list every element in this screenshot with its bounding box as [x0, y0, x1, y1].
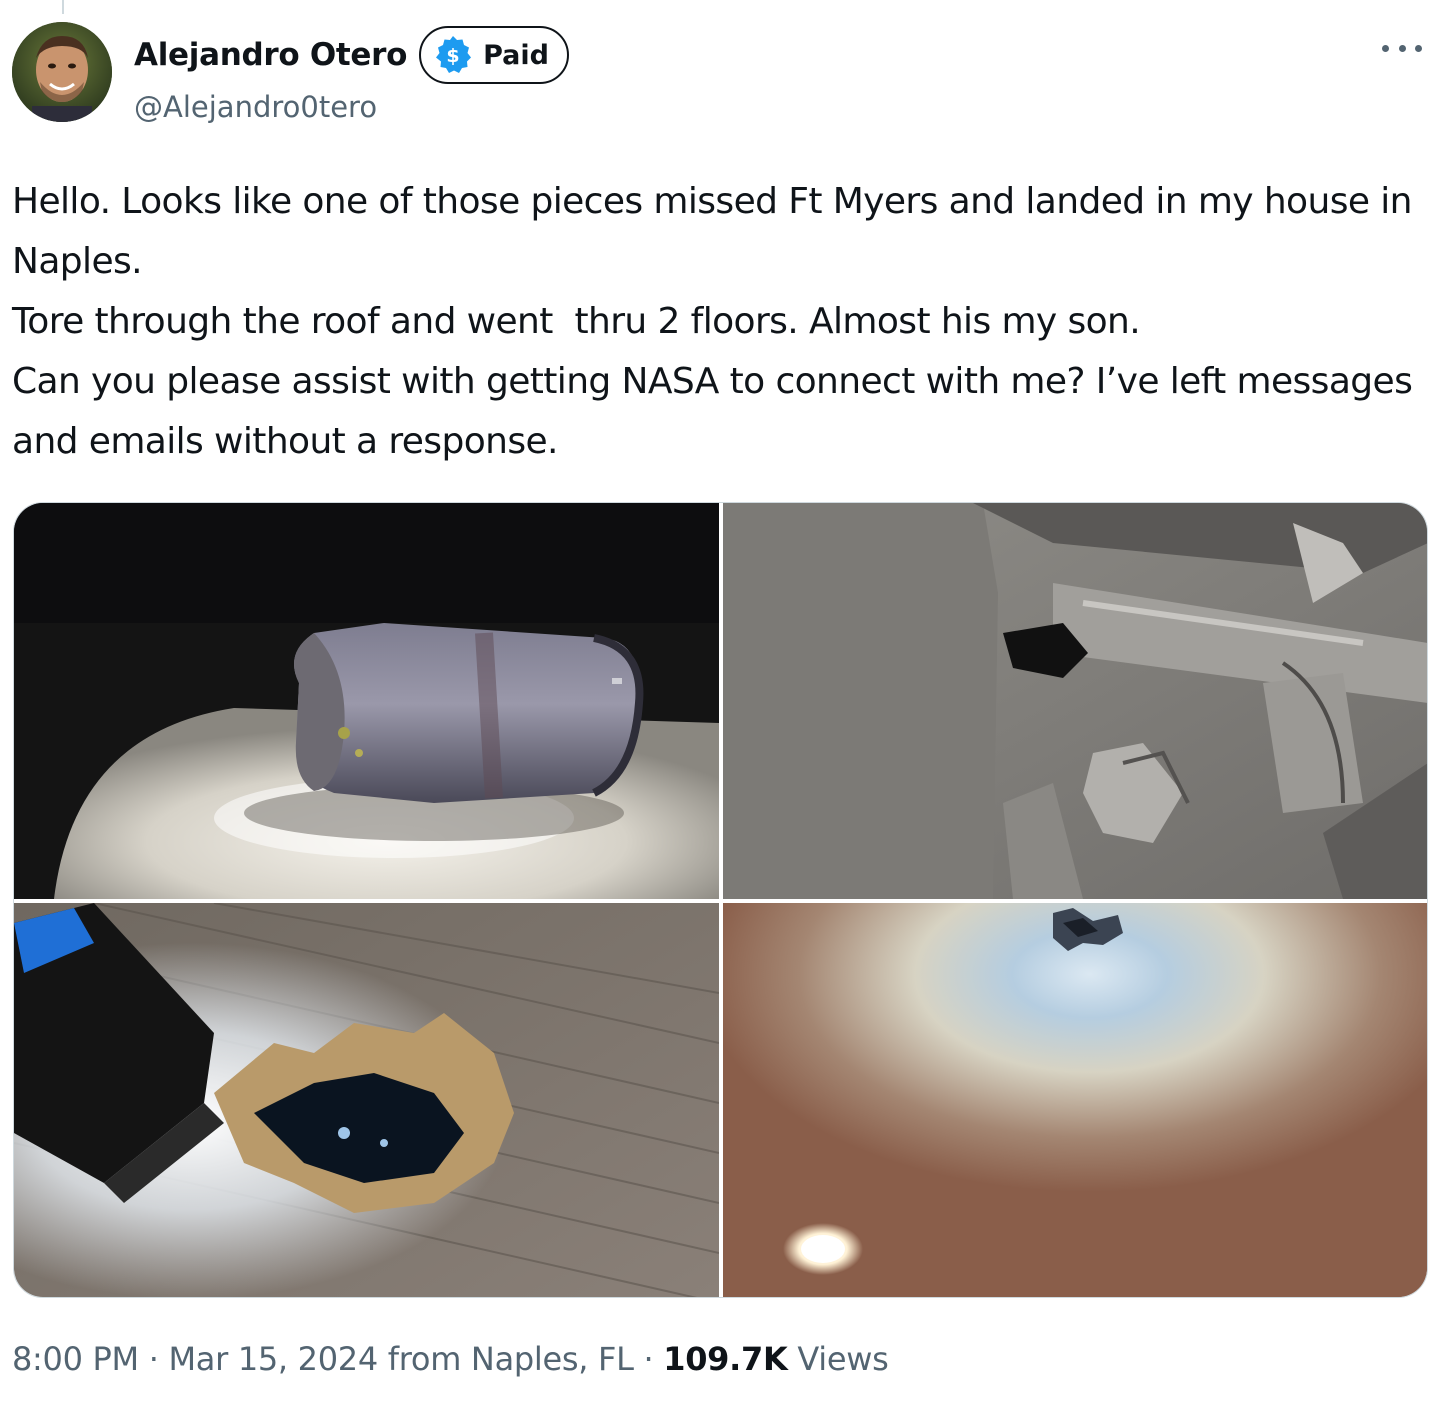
author-display-name[interactable]: Alejandro Otero [134, 37, 407, 73]
media-photo-2[interactable] [723, 503, 1427, 899]
views-count: 109.7K [663, 1340, 788, 1378]
paid-badge[interactable]: $ Paid [419, 26, 569, 84]
tweet-header: Alejandro Otero $ Paid @Alejandro0tero [12, 22, 1430, 124]
tweet-timestamp-link[interactable]: 8:00 PM · Mar 15, 2024 [12, 1340, 378, 1378]
avatar-photo [12, 22, 112, 122]
dollar-icon: $ [436, 36, 472, 73]
photo-roof-damage [723, 503, 1427, 899]
tweet-body: Hello. Looks like one of those pieces mi… [12, 172, 1422, 472]
photo-floor-hole [14, 903, 719, 1297]
more-horizontal-icon[interactable] [1382, 36, 1422, 60]
svg-text:$: $ [446, 45, 459, 67]
paid-badge-label: Paid [483, 39, 549, 71]
thread-connector-line [62, 0, 64, 14]
tweet-text-line: Tore through the roof and went thru 2 fl… [12, 301, 1141, 342]
media-grid [13, 502, 1428, 1298]
photo-debris-cylinder [14, 503, 719, 899]
tweet-text-line: Can you please assist with getting NASA … [12, 361, 1424, 462]
tweet-location: from Naples, FL [377, 1340, 634, 1378]
author-handle[interactable]: @Alejandro0tero [134, 90, 377, 124]
more-dot [1415, 44, 1422, 52]
more-dot [1382, 44, 1389, 52]
author-name-row: Alejandro Otero $ Paid [134, 26, 569, 84]
tweet-meta: 8:00 PM · Mar 15, 2024 from Naples, FL ·… [12, 1340, 889, 1378]
media-photo-3[interactable] [14, 903, 719, 1297]
photo-ceiling-hole [723, 903, 1427, 1297]
tweet-date: Mar 15, 2024 [168, 1340, 378, 1378]
tweet-text-line: Hello. Looks like one of those pieces mi… [12, 181, 1423, 282]
meta-separator: · [633, 1340, 664, 1378]
avatar[interactable] [12, 22, 112, 122]
meta-separator: · [138, 1340, 169, 1378]
views-label: Views [787, 1340, 889, 1378]
tweet-time: 8:00 PM [12, 1340, 139, 1378]
more-dot [1398, 44, 1406, 52]
media-photo-1[interactable] [14, 503, 719, 899]
media-photo-4[interactable] [723, 903, 1427, 1297]
